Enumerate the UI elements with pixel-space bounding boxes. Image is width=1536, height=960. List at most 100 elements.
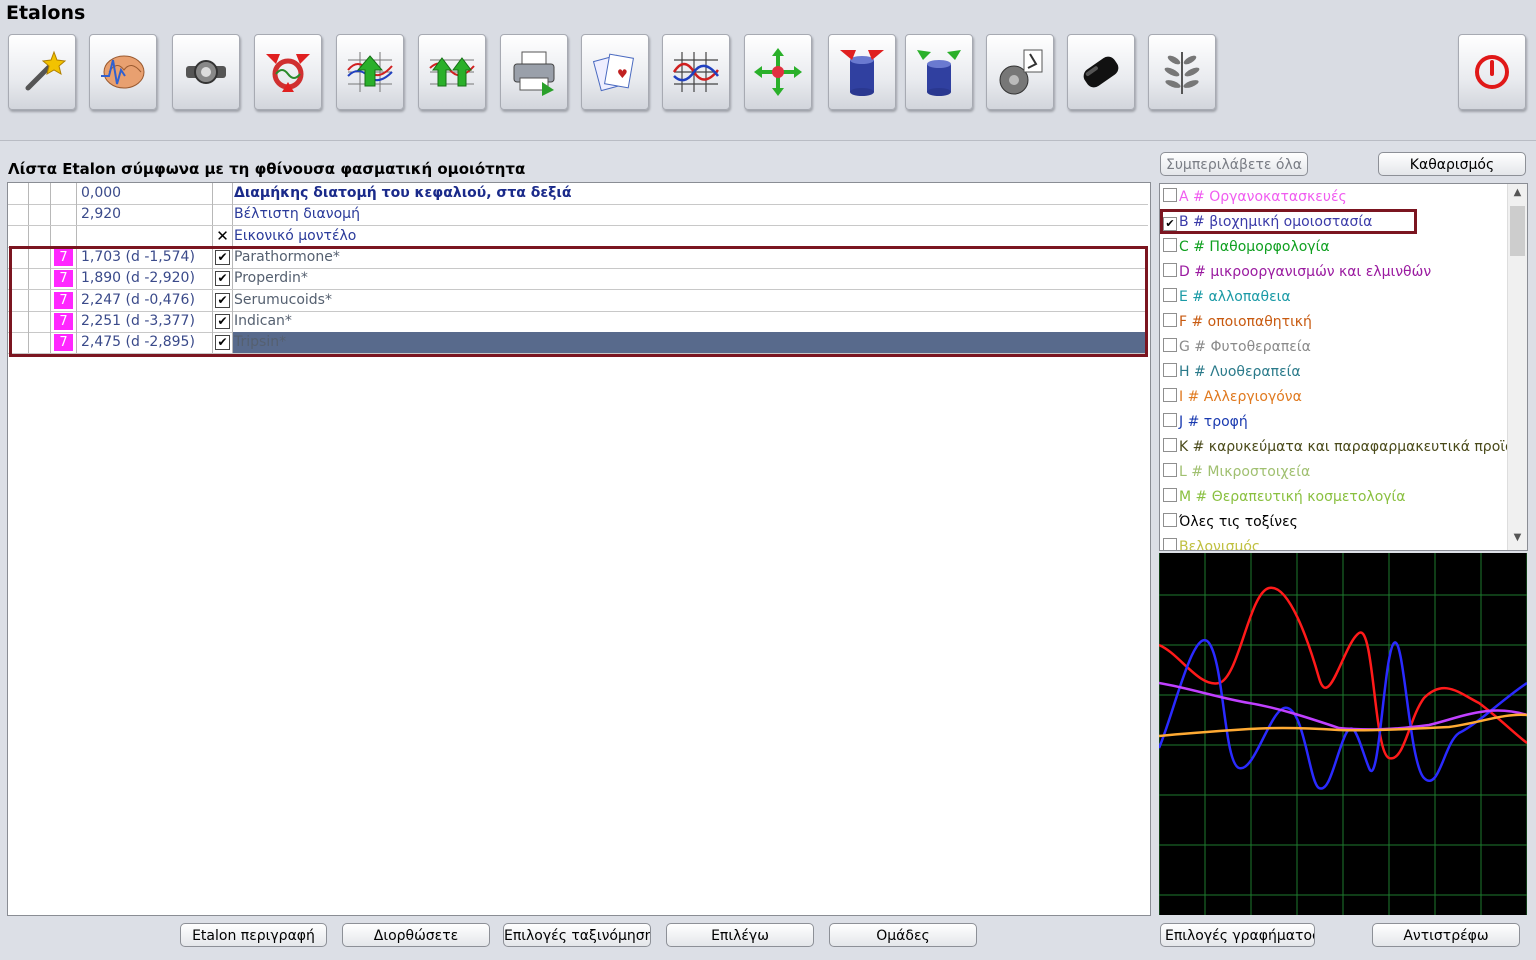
category-item[interactable]: D # μικροοργανισμών και ελμινθών bbox=[1163, 260, 1431, 284]
row-check-cell[interactable] bbox=[213, 204, 233, 226]
category-checkbox[interactable] bbox=[1163, 263, 1177, 277]
herb-icon bbox=[1164, 52, 1200, 94]
microscope-button[interactable] bbox=[986, 34, 1054, 110]
category-label: F # οποιοπαθητική bbox=[1179, 314, 1312, 330]
cylinder-out-button[interactable] bbox=[905, 34, 973, 110]
category-checkbox[interactable] bbox=[1163, 463, 1177, 477]
category-item[interactable]: J # τροφή bbox=[1163, 410, 1248, 434]
row-select-cell[interactable] bbox=[8, 225, 29, 247]
category-checkbox[interactable] bbox=[1163, 313, 1177, 327]
filter-arrows-button[interactable] bbox=[254, 34, 322, 110]
row-value bbox=[77, 225, 213, 247]
category-item[interactable]: G # Φυτοθεραπεία bbox=[1163, 335, 1311, 359]
category-item[interactable]: K # καρυκεύματα και παραφαρμακευτικά προ… bbox=[1163, 435, 1514, 459]
include-all-button[interactable]: Συμπεριλάβετε όλα bbox=[1160, 152, 1308, 176]
chart-up-icon bbox=[347, 52, 393, 92]
brain-icon bbox=[101, 55, 145, 89]
herb-button[interactable] bbox=[1148, 34, 1216, 110]
category-checkbox[interactable] bbox=[1163, 363, 1177, 377]
brain-button[interactable] bbox=[89, 34, 157, 110]
black-stone-button[interactable] bbox=[1067, 34, 1135, 110]
category-checkbox[interactable] bbox=[1163, 388, 1177, 402]
category-item[interactable]: C # Παθομορφολογία bbox=[1163, 235, 1330, 259]
category-item[interactable]: F # οποιοπαθητική bbox=[1163, 310, 1312, 334]
category-list[interactable]: Βελονισμός Όλες τις τοξίνες M # Θεραπευτικ… bbox=[1159, 183, 1528, 551]
row-flag-cell bbox=[29, 183, 51, 204]
row-select-cell[interactable] bbox=[8, 183, 29, 204]
magic-wand-button[interactable] bbox=[8, 34, 76, 110]
row-select-cell[interactable] bbox=[8, 204, 29, 226]
printer-button[interactable] bbox=[500, 34, 568, 110]
category-label: J # τροφή bbox=[1179, 414, 1248, 430]
category-item[interactable]: E # αλλοπαθεια bbox=[1163, 285, 1291, 309]
waveform-grid-icon bbox=[672, 52, 719, 92]
category-item[interactable]: A # Οργανοκατασκευές bbox=[1163, 185, 1347, 209]
category-label: I # Αλλεργιογόνα bbox=[1179, 389, 1302, 405]
cards-button[interactable]: ♥ bbox=[581, 34, 649, 110]
category-item[interactable]: Βελονισμός bbox=[1163, 535, 1260, 550]
category-item[interactable]: L # Μικροστοιχεία bbox=[1163, 460, 1310, 484]
category-checkbox[interactable] bbox=[1163, 488, 1177, 502]
row-name: Βέλτιστη διανομή bbox=[234, 206, 360, 223]
row-badge-cell bbox=[51, 204, 77, 226]
scroll-up-icon[interactable]: ▲ bbox=[1510, 187, 1525, 202]
row-value: 2,920 bbox=[77, 204, 213, 226]
row-check-cell[interactable]: ✕ bbox=[213, 225, 233, 247]
category-label: K # καρυκεύματα και παραφαρμακευτικά προ… bbox=[1179, 439, 1514, 455]
category-label: D # μικροοργανισμών και ελμινθών bbox=[1179, 264, 1432, 280]
sort-options-button[interactable]: Επιλογές ταξινόμησης bbox=[503, 923, 651, 947]
category-checkbox[interactable] bbox=[1163, 538, 1177, 550]
category-scrollbar[interactable]: ▲ ▼ bbox=[1507, 184, 1527, 550]
table-row[interactable]: 2,920 Βέλτιστη διανομή bbox=[8, 204, 1148, 227]
row-name: Διαμήκης διατομή του κεφαλιού, στα δεξιά bbox=[234, 185, 572, 201]
printer-icon bbox=[513, 51, 555, 96]
row-flag-cell bbox=[29, 225, 51, 247]
row-check-cell[interactable] bbox=[213, 183, 233, 204]
row-value: 0,000 bbox=[77, 183, 213, 204]
graph-grid bbox=[1158, 553, 1528, 915]
category-checkbox[interactable] bbox=[1163, 413, 1177, 427]
category-highlight bbox=[1160, 209, 1417, 234]
power-icon bbox=[1475, 55, 1509, 89]
invert-button[interactable]: Αντιστρέφω bbox=[1372, 923, 1520, 947]
graph-options-button[interactable]: Επιλογές γραφήματος bbox=[1160, 923, 1315, 947]
cylinder-out-icon bbox=[917, 50, 961, 96]
cylinder-in-button[interactable] bbox=[828, 34, 896, 110]
table-row[interactable]: 0,000 Διαμήκης διατομή του κεφαλιού, στα … bbox=[8, 183, 1148, 205]
clear-button[interactable]: Καθαρισμός bbox=[1378, 152, 1526, 176]
correct-button[interactable]: Διορθώσετε bbox=[342, 923, 490, 947]
category-checkbox[interactable] bbox=[1163, 338, 1177, 352]
device-button[interactable] bbox=[172, 34, 240, 110]
category-checkbox[interactable] bbox=[1163, 438, 1177, 452]
category-label: E # αλλοπαθεια bbox=[1179, 289, 1291, 305]
etalon-description-button[interactable]: Etalon περιγραφή bbox=[180, 923, 327, 947]
category-item[interactable]: Όλες τις τοξίνες bbox=[1163, 510, 1298, 534]
select-button[interactable]: Επιλέγω bbox=[666, 923, 814, 947]
groups-button[interactable]: Ομάδες bbox=[829, 923, 977, 947]
scroll-down-icon[interactable]: ▼ bbox=[1510, 532, 1525, 547]
category-item[interactable]: M # Θεραπευτική κοσμετολογία bbox=[1163, 485, 1406, 509]
table-row[interactable]: ✕ Εικονικό μοντέλο bbox=[8, 225, 1148, 248]
category-label: L # Μικροστοιχεία bbox=[1179, 464, 1311, 480]
category-label: A # Οργανοκατασκευές bbox=[1179, 189, 1347, 205]
waveform-grid-button[interactable] bbox=[662, 34, 730, 110]
device-icon bbox=[186, 60, 226, 84]
chart-double-up-button[interactable] bbox=[418, 34, 486, 110]
row-badge-cell bbox=[51, 225, 77, 247]
category-item[interactable]: H # Λυοθεραπεία bbox=[1163, 360, 1301, 384]
spectrum-svg bbox=[1157, 553, 1528, 915]
move-arrows-button[interactable] bbox=[744, 34, 812, 110]
category-item[interactable]: I # Αλλεργιογόνα bbox=[1163, 385, 1302, 409]
magic-wand-icon bbox=[25, 50, 67, 91]
scroll-thumb[interactable] bbox=[1510, 206, 1525, 256]
category-checkbox[interactable] bbox=[1163, 188, 1177, 202]
title-bar: Etalons bbox=[0, 0, 1536, 26]
power-button[interactable] bbox=[1458, 34, 1526, 110]
category-label: C # Παθομορφολογία bbox=[1179, 239, 1330, 255]
svg-text:♥: ♥ bbox=[617, 67, 628, 81]
chart-up-button[interactable] bbox=[336, 34, 404, 110]
category-checkbox[interactable] bbox=[1163, 513, 1177, 527]
category-checkbox[interactable] bbox=[1163, 238, 1177, 252]
category-checkbox[interactable] bbox=[1163, 288, 1177, 302]
cylinder-in-icon bbox=[840, 50, 884, 96]
